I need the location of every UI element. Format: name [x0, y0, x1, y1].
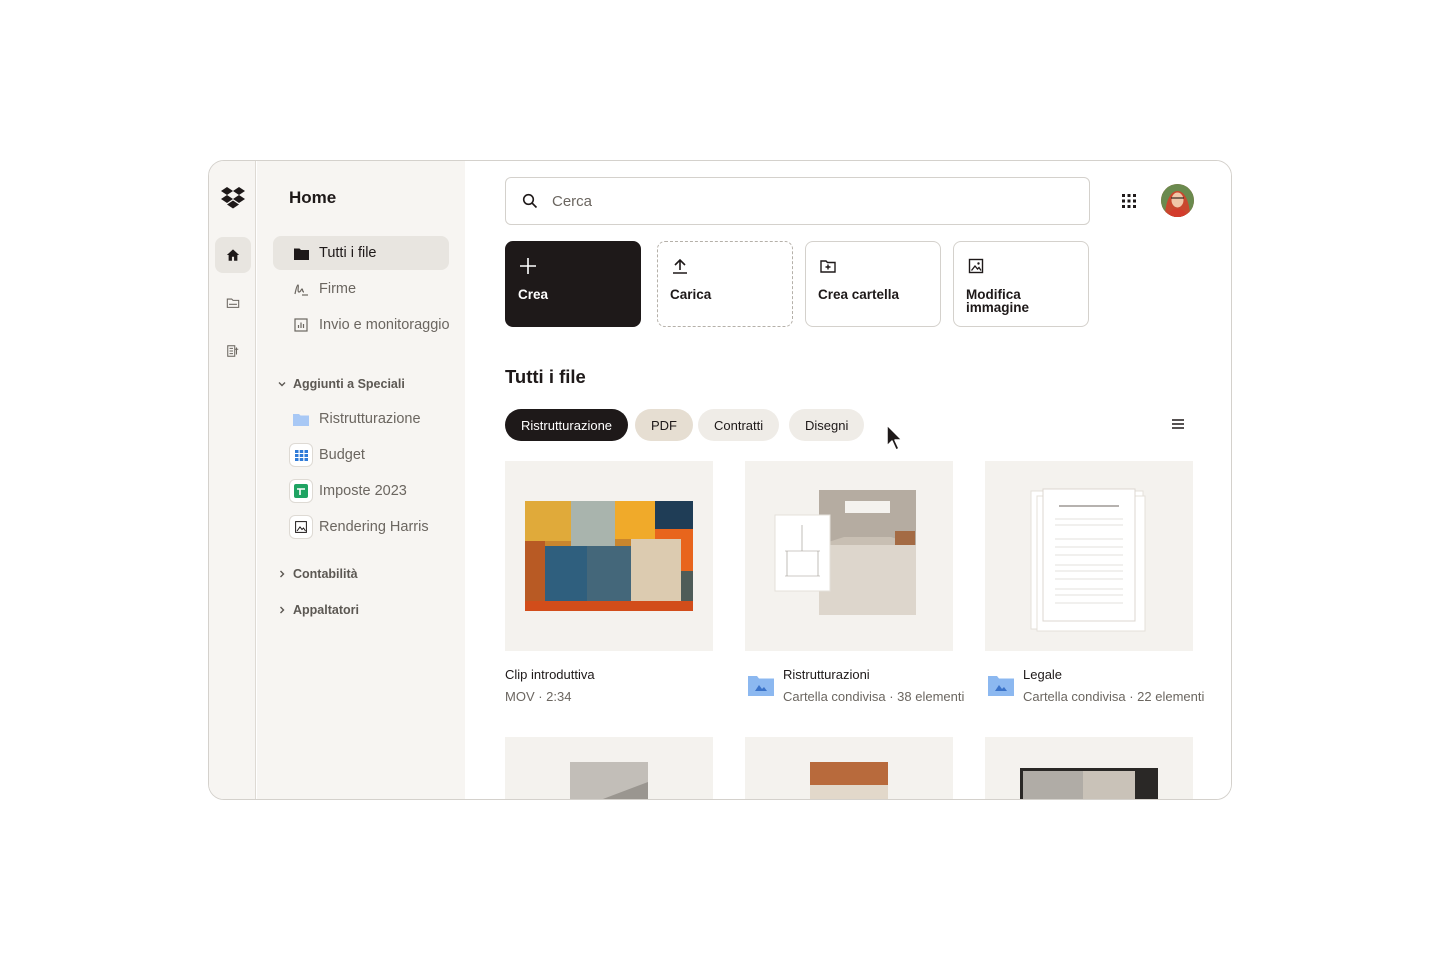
sidebar-item-label: Firme — [319, 281, 357, 297]
shared-folder-icon — [748, 676, 774, 696]
file-name[interactable]: Clip introduttiva — [505, 667, 595, 682]
image-thumbnail — [570, 762, 648, 799]
new-folder-icon — [820, 260, 836, 273]
sidebar-item-all-files[interactable]: Tutti i file — [273, 236, 449, 270]
search-bar[interactable] — [505, 177, 1090, 225]
filter-chip-pdf[interactable]: PDF — [635, 409, 693, 441]
chart-icon — [293, 317, 309, 333]
sidebar-item-label: Tutti i file — [319, 245, 377, 261]
upload-icon — [673, 258, 687, 274]
signature-icon — [293, 281, 309, 297]
sidebar: Home Tutti i file Firme Invio e monitora… — [257, 161, 465, 799]
sidebar-item-rendering-harris[interactable]: Rendering Harris — [273, 510, 449, 544]
video-thumbnail — [525, 501, 693, 611]
search-icon — [522, 193, 538, 209]
main-content: Crea Carica Crea cartella Modifica immag… — [465, 161, 1231, 799]
search-input[interactable] — [552, 192, 1032, 210]
folder-thumbnail — [1030, 488, 1146, 632]
section-label: Appaltatori — [293, 603, 359, 617]
plus-icon — [520, 258, 536, 274]
rail-docs-button[interactable] — [215, 333, 251, 369]
chevron-right-icon — [280, 570, 285, 578]
action-label: Crea — [518, 287, 549, 302]
sidebar-item-signatures[interactable]: Firme — [273, 272, 449, 306]
rail-home-button[interactable] — [215, 237, 251, 273]
action-label: Crea cartella — [818, 287, 900, 302]
file-meta: Cartella condivisa · 22 elementi — [1023, 689, 1205, 704]
spreadsheet-icon — [289, 443, 313, 467]
mouse-cursor-icon — [886, 424, 903, 451]
sheet-icon — [289, 479, 313, 503]
upload-button[interactable]: Carica — [657, 241, 793, 327]
sidebar-item-label: Rendering Harris — [319, 519, 429, 535]
folder-icon — [293, 245, 309, 261]
action-label: Carica — [670, 287, 712, 302]
section-label: Contabilità — [293, 567, 358, 581]
sidebar-item-label: Imposte 2023 — [319, 483, 407, 499]
create-folder-button[interactable]: Crea cartella — [805, 241, 941, 327]
section-contractors[interactable]: Appaltatori — [277, 603, 359, 617]
image-thumbnail — [1020, 768, 1158, 799]
sidebar-item-taxes-2023[interactable]: Imposte 2023 — [273, 474, 449, 508]
file-name[interactable]: Legale — [1023, 667, 1062, 682]
folder-icon — [293, 411, 309, 427]
app-grid-icon[interactable] — [1121, 193, 1137, 209]
section-label: Aggiunti a Speciali — [293, 377, 405, 391]
file-card-clip[interactable] — [505, 461, 713, 651]
file-card[interactable] — [505, 737, 713, 799]
rail-files-button[interactable] — [215, 285, 251, 321]
sidebar-item-label: Invio e monitoraggio — [319, 317, 450, 333]
sidebar-item-budget[interactable]: Budget — [273, 438, 449, 472]
app-window: Home Tutti i file Firme Invio e monitora… — [208, 160, 1232, 800]
folder-thumbnail — [774, 490, 916, 615]
file-card[interactable] — [985, 737, 1193, 799]
image-thumbnail — [810, 762, 888, 799]
sidebar-item-label: Ristrutturazione — [319, 411, 421, 427]
home-icon — [226, 249, 240, 261]
chevron-down-icon — [278, 382, 286, 387]
folder-icon — [226, 298, 240, 308]
icon-rail — [209, 161, 256, 799]
section-starred[interactable]: Aggiunti a Speciali — [277, 377, 405, 391]
list-view-icon[interactable] — [1171, 417, 1185, 431]
sidebar-title: Home — [289, 188, 337, 207]
sidebar-item-renovation[interactable]: Ristrutturazione — [273, 402, 449, 436]
dropbox-logo-icon[interactable] — [221, 185, 245, 209]
page-title: Tutti i file — [505, 366, 586, 387]
file-name[interactable]: Ristrutturazioni — [783, 667, 870, 682]
sidebar-item-send-track[interactable]: Invio e monitoraggio — [273, 308, 450, 342]
section-accounting[interactable]: Contabilità — [277, 567, 358, 581]
file-meta: MOV · 2:34 — [505, 689, 572, 704]
shared-folder-icon — [988, 676, 1014, 696]
file-card[interactable] — [745, 737, 953, 799]
file-card-legal[interactable] — [985, 461, 1193, 651]
file-meta: Cartella condivisa · 38 elementi — [783, 689, 965, 704]
filter-chip-contracts[interactable]: Contratti — [698, 409, 780, 441]
chevron-right-icon — [280, 606, 285, 614]
user-avatar[interactable] — [1161, 184, 1194, 217]
filter-chip-renovation[interactable]: Ristrutturazione — [505, 409, 629, 441]
edit-image-icon — [968, 258, 984, 274]
create-button[interactable]: Crea — [505, 241, 641, 327]
document-list-icon — [227, 345, 239, 357]
image-icon — [289, 515, 313, 539]
edit-image-button[interactable]: Modifica immagine — [953, 241, 1089, 327]
sidebar-item-label: Budget — [319, 447, 365, 463]
filter-chip-drawings[interactable]: Disegni — [789, 409, 865, 441]
action-label: Modifica immagine — [966, 287, 1030, 315]
file-card-renovations[interactable] — [745, 461, 953, 651]
